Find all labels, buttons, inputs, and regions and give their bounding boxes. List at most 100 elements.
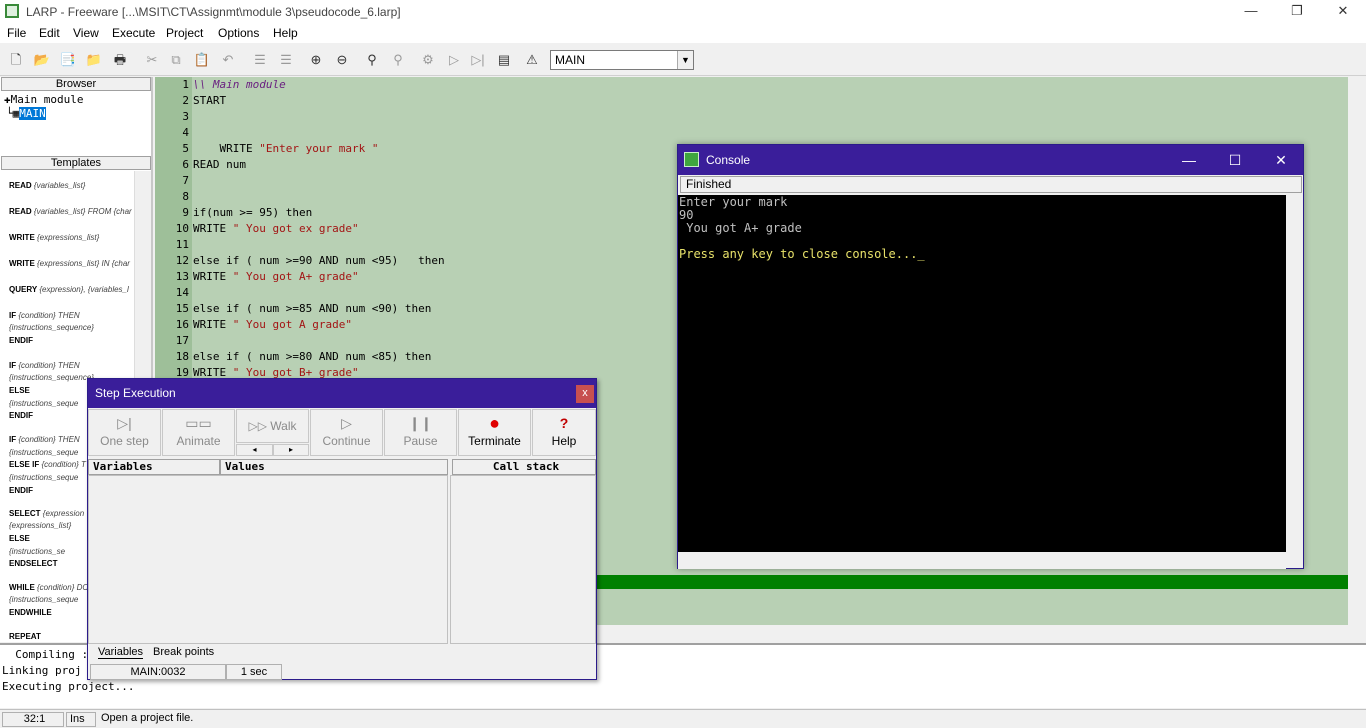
one-step-button[interactable]: ▷| One step [88,409,161,456]
run-icon[interactable]: ▷ [444,50,464,70]
template-item[interactable]: IF {condition} THEN [9,310,80,322]
menu-edit[interactable]: Edit [39,26,60,40]
template-item[interactable]: IF {condition} THEN [9,434,80,446]
editor-horizontal-scrollbar[interactable] [597,625,1366,641]
menu-help[interactable]: Help [273,26,298,40]
walk-faster-button[interactable]: ▸ [273,444,309,456]
template-item[interactable]: WRITE {expressions_list} IN {char [9,258,130,270]
code-line[interactable]: 15 else if ( num >=85 AND num <90) then [155,301,432,317]
call-stack-pane[interactable] [450,475,596,644]
template-item[interactable]: {instructions_seque [9,472,78,484]
template-item[interactable]: WHILE {condition} DO [9,582,89,594]
code-line[interactable]: 16 WRITE " You got A grade" [155,317,352,333]
code-line[interactable]: 11 [155,237,189,253]
code-line[interactable]: 6 READ num [155,157,246,173]
chevron-down-icon[interactable]: ▼ [677,51,693,69]
template-item[interactable]: ENDWHILE [9,607,52,619]
template-item[interactable]: READ {variables_list} FROM {char [9,206,132,218]
variables-pane[interactable] [88,475,448,644]
template-item[interactable]: {instructions_seque [9,594,78,606]
code-line[interactable]: 17 [155,333,189,349]
code-line[interactable]: 13 WRITE " You got A+ grade" [155,269,359,285]
tree-item-main[interactable]: └▦MAIN [6,107,46,120]
tab-break-points[interactable]: Break points [153,646,214,658]
variables-column-header[interactable]: Variables [88,459,220,475]
console-icon[interactable]: ▤ [494,50,514,70]
find-icon[interactable]: ⚲ [362,50,382,70]
console-horizontal-scrollbar[interactable] [678,552,1286,569]
template-item[interactable]: ENDIF [9,485,33,497]
code-line[interactable]: 2 START [155,93,226,109]
tab-variables[interactable]: Variables [98,646,144,659]
menu-view[interactable]: View [73,26,99,40]
menu-file[interactable]: File [7,26,26,40]
outdent-icon[interactable]: ☰ [276,50,296,70]
template-item[interactable]: QUERY {expression}, {variables_l [9,284,129,296]
template-item[interactable]: WRITE {expressions_list} [9,232,99,244]
template-item[interactable]: READ {variables_list} [9,180,85,192]
walk-button[interactable]: ▷▷ Walk [236,409,309,443]
code-line[interactable]: 1 \\ Main module [155,77,285,93]
template-item[interactable]: REPEAT [9,631,41,642]
restore-icon[interactable]: ❐ [1274,0,1320,23]
menu-project[interactable]: Project [166,26,203,40]
maximize-icon[interactable]: ☐ [1212,145,1258,175]
continue-button[interactable]: ▷ Continue [310,409,383,456]
zoom-out-icon[interactable]: ⊖ [332,50,352,70]
replace-icon[interactable]: ⚲ [388,50,408,70]
template-item[interactable]: ENDIF [9,335,33,347]
template-item[interactable]: {instructions_sequence} [9,322,94,334]
template-item[interactable]: ELSE IF {condition} T [9,459,86,471]
values-column-header[interactable]: Values [220,459,448,475]
new-icon[interactable]: 🗋 [6,50,26,70]
menu-options[interactable]: Options [218,26,259,40]
help-icon[interactable]: ⚠ [522,50,542,70]
copy-icon[interactable]: ⧉ [166,50,186,70]
template-item[interactable]: ELSE [9,385,30,397]
code-line[interactable]: 3 [155,109,189,125]
template-item[interactable]: {instructions_seque [9,398,78,410]
print-icon[interactable]: 🖶 [110,50,130,70]
pause-button[interactable]: ❙❙ Pause [384,409,457,456]
close-icon[interactable]: ✕ [1320,0,1366,23]
cut-icon[interactable]: ✂ [142,50,162,70]
template-item[interactable]: {expressions_list} [9,520,71,532]
code-line[interactable]: 5 WRITE "Enter your mark " [155,141,378,157]
menu-execute[interactable]: Execute [112,26,155,40]
template-item[interactable]: ENDIF [9,410,33,422]
code-line[interactable]: 7 [155,173,189,189]
paste-icon[interactable]: 📋 [192,50,212,70]
code-line[interactable]: 4 [155,125,189,141]
animate-button[interactable]: ▭▭ Animate [162,409,235,456]
minimize-icon[interactable]: — [1166,145,1212,175]
code-line[interactable]: 9 if(num >= 95) then [155,205,312,221]
open-icon[interactable]: 📂 [32,50,52,70]
walk-slower-button[interactable]: ◂ [236,444,273,456]
console-vertical-scrollbar[interactable] [1286,195,1303,552]
open-example-icon[interactable]: 📑 [58,50,78,70]
template-item[interactable]: {instructions_sequence} [9,372,94,384]
close-icon[interactable]: ✕ [1258,145,1304,175]
code-line[interactable]: 12 else if ( num >=90 AND num <95) then [155,253,445,269]
code-line[interactable]: 10 WRITE " You got ex grade" [155,221,359,237]
editor-vertical-scrollbar[interactable] [1348,77,1366,625]
indent-icon[interactable]: ☰ [250,50,270,70]
terminate-button[interactable]: ● Terminate [458,409,531,456]
code-line[interactable]: 14 [155,285,189,301]
template-item[interactable]: ELSE [9,533,30,545]
template-item[interactable]: {instructions_seque [9,447,78,459]
code-line[interactable]: 8 [155,189,189,205]
code-line[interactable]: 18 else if ( num >=80 AND num <85) then [155,349,432,365]
tree-root[interactable]: ✚Main module [4,93,83,106]
minimize-icon[interactable]: — [1228,0,1274,23]
template-item[interactable]: ENDSELECT [9,558,57,570]
module-select[interactable]: MAIN ▼ [550,50,694,70]
compile-icon[interactable]: ⚙ [418,50,438,70]
template-item[interactable]: SELECT {expression [9,508,84,520]
step-run-icon[interactable]: ▷| [468,50,488,70]
expand-icon[interactable]: ✚ [4,93,11,106]
folder-icon[interactable]: 📁 [84,50,104,70]
template-item[interactable]: IF {condition} THEN [9,360,80,372]
template-item[interactable]: {instructions_se [9,546,65,558]
close-icon[interactable]: x [576,385,594,403]
